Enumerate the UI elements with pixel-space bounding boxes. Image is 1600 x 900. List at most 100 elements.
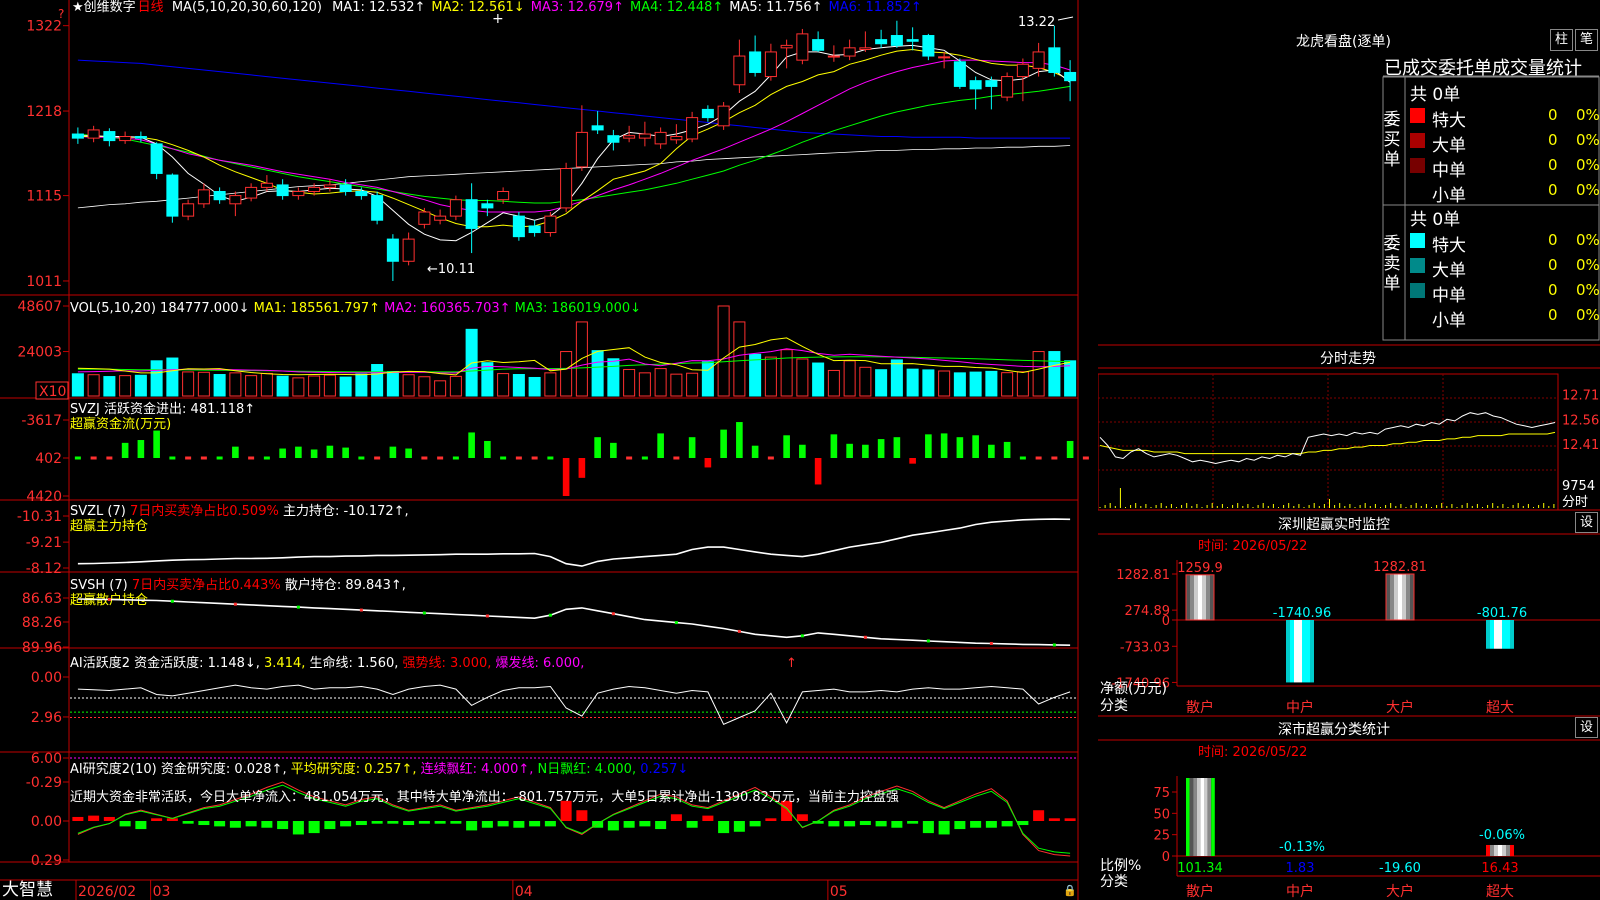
volume-bar: [323, 374, 336, 397]
candle: [276, 184, 289, 197]
flow-bar: [578, 458, 586, 478]
research-bar: [245, 821, 257, 827]
volume-bar: [150, 360, 163, 397]
high-arrow: [1057, 16, 1074, 21]
volume-bar: [497, 373, 510, 397]
order-type: 中单: [1432, 161, 1466, 181]
period-label[interactable]: 日线: [138, 0, 164, 15]
sz-class-settings-button[interactable]: 设: [1575, 717, 1598, 738]
candle: [497, 190, 510, 201]
candle: [953, 61, 966, 87]
volume-bar: [985, 370, 998, 397]
legend-item: 爆发线: 6.000,: [496, 655, 585, 671]
candle: [654, 131, 667, 145]
candle: [402, 238, 415, 262]
stock-name: 创维数字: [83, 0, 136, 15]
ma-value-4: MA4: 12.448↑: [629, 0, 724, 15]
volume-bar: [969, 371, 982, 397]
flow-tick: [673, 456, 680, 460]
order-count: 0: [1548, 181, 1558, 199]
research-bar: [119, 821, 131, 827]
order-type: 特大: [1432, 111, 1466, 131]
multi-pane-chart[interactable]: 1322121811151011?13.22←10.11+4860724003X…: [0, 0, 1098, 900]
legend-item: 3.414,: [264, 656, 309, 671]
svzj-subtitle: 超赢资金流(万元): [70, 416, 171, 432]
candle: [481, 203, 494, 209]
buy-total: 共 0单: [1410, 85, 1461, 105]
y-tick-label: -10.31: [17, 509, 62, 525]
order-pct: 0%: [1576, 106, 1600, 124]
legend-item: 184777.000↓: [160, 301, 254, 316]
time-label: 05: [830, 884, 848, 900]
flow-bar: [720, 429, 727, 459]
class-y-tick: 50: [1153, 807, 1170, 822]
order-color-swatch: [1410, 283, 1425, 298]
order-row: 大单 0 0%: [1406, 254, 1600, 281]
y-tick-label: 1011: [26, 274, 62, 290]
ma-value-5: MA5: 11.756↑: [729, 0, 823, 15]
legend-item: MA3: 186019.000↓: [515, 301, 641, 316]
intraday-vol-tick: 9754: [1562, 479, 1595, 494]
flow-tick: [452, 456, 459, 460]
research-bar: [387, 821, 399, 824]
candle: [591, 125, 604, 131]
order-pct: 0%: [1576, 281, 1600, 299]
candle: [197, 189, 210, 205]
candle: [449, 199, 462, 217]
y-tick-label: 4420: [26, 489, 62, 505]
candle: [859, 47, 872, 50]
candle: [922, 35, 935, 57]
volume-bar: [276, 375, 289, 397]
class-bottom-value: 101.34: [1177, 861, 1223, 876]
research-bar: [702, 815, 714, 821]
flow-tick: [169, 456, 176, 460]
sell-order-table: 特大 0 0% 大单 0 0% 中单 0 0% 小单 0 0%: [1406, 229, 1600, 331]
candle: [260, 182, 273, 188]
candle: [906, 39, 919, 42]
monitor-y-tick: -733.03: [1120, 640, 1170, 655]
order-row: 中单 0 0%: [1406, 154, 1600, 181]
volume-bar: [1032, 351, 1045, 397]
flow-tick: [500, 456, 507, 460]
sz-monitor-settings-button[interactable]: 设: [1575, 512, 1598, 533]
volume-bar: [182, 371, 195, 397]
monitor-category: 散户: [1186, 699, 1214, 716]
research-bar: [182, 821, 194, 824]
flow-tick: [437, 456, 444, 460]
research-bar: [308, 821, 320, 834]
flow-bar: [562, 458, 570, 496]
class-category: 超大: [1486, 884, 1514, 900]
retail-dot: [422, 611, 426, 615]
legend-item: 资金活跃度: 1.148↓,: [134, 655, 264, 671]
research-bar: [1048, 818, 1060, 821]
pane-legend: AI活跃度2 资金活跃度: 1.148↓, 3.414, 生命线: 1.560,…: [70, 655, 584, 671]
candle: [607, 135, 620, 143]
legend-item: 生命线: 1.560,: [310, 655, 403, 671]
class-bar: [1486, 844, 1514, 856]
legend-item: SVZJ: [70, 402, 104, 417]
flow-tick: [358, 456, 365, 460]
flow-bar: [310, 449, 318, 459]
flow-bar: [736, 422, 743, 459]
order-color-swatch: [1410, 258, 1425, 273]
candle: [938, 56, 951, 59]
retail-dot: [359, 608, 363, 612]
legend-item: AI研究度2(10): [70, 761, 161, 777]
flow-bar: [814, 458, 822, 485]
legend-item: 主力持仓: -10.172↑,: [283, 504, 409, 519]
y-tick-label: 0.29: [31, 853, 62, 869]
candle: [1001, 76, 1014, 98]
main-force-line: [77, 518, 1071, 567]
research-bar: [828, 821, 840, 827]
research-bar: [733, 821, 745, 832]
monitor-bar-label: -1740.96: [1273, 606, 1331, 621]
flow-bar: [279, 448, 286, 459]
candle: [182, 203, 195, 217]
retail-dot: [674, 621, 678, 625]
legend-item: AI活跃度2: [70, 655, 134, 671]
favorite-star-icon[interactable]: ★: [72, 0, 84, 15]
monitor-bar: [1486, 620, 1514, 649]
volume-bar: [764, 356, 777, 397]
buy-order-table: 特大 0 0% 大单 0 0% 中单 0 0% 小单 0 0%: [1406, 104, 1600, 206]
class-bar-label: -0.13%: [1279, 840, 1325, 855]
